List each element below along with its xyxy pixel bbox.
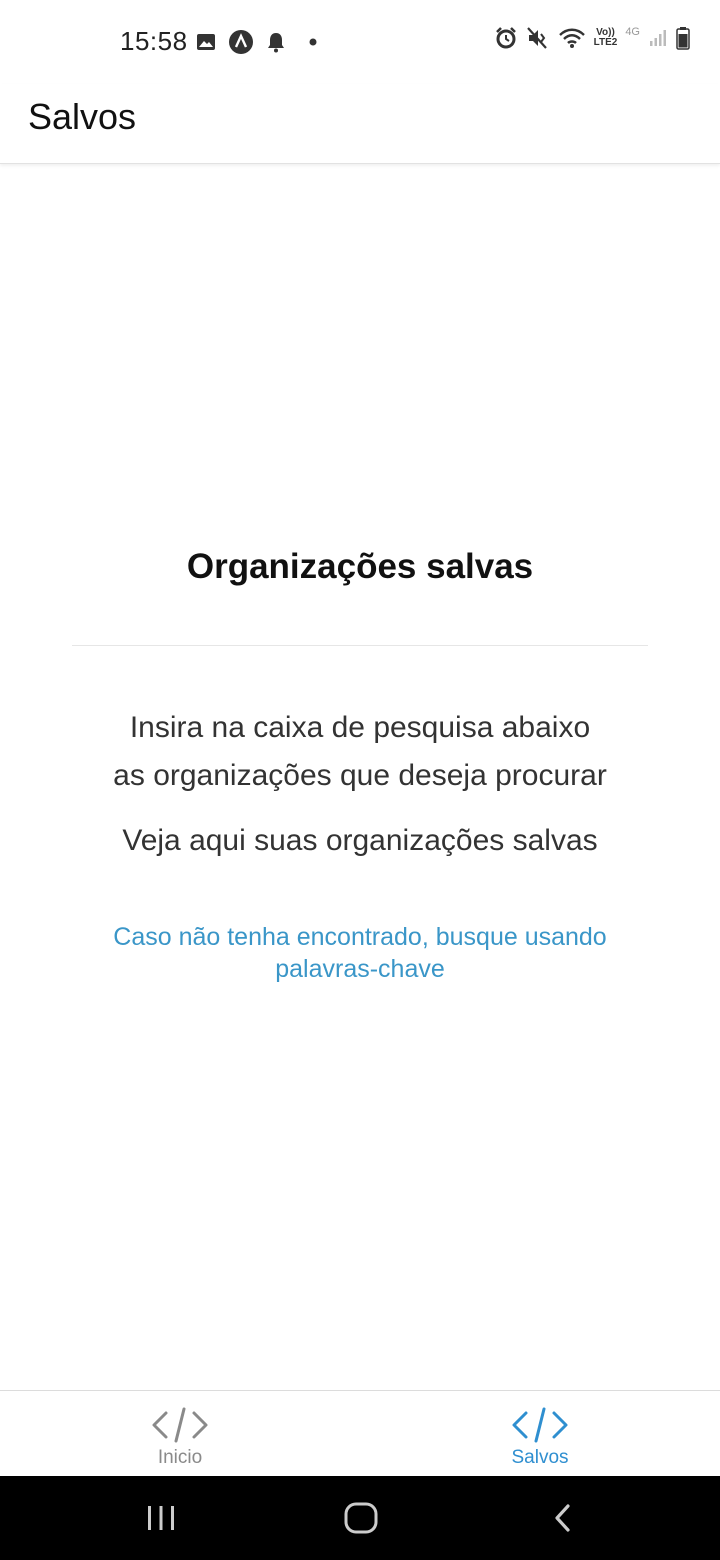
image-icon bbox=[197, 34, 215, 50]
code-icon bbox=[152, 1407, 208, 1443]
instruction-text: Insira na caixa de pesquisa abaixo as or… bbox=[40, 704, 680, 800]
tab-salvos[interactable]: Salvos bbox=[360, 1391, 720, 1476]
tab-salvos-label: Salvos bbox=[511, 1447, 569, 1468]
instruction-line-1: Insira na caixa de pesquisa abaixo bbox=[129, 711, 591, 744]
status-bar: 15:58 Vo)) LTE2 4G bbox=[0, 0, 720, 84]
app-icon bbox=[229, 30, 253, 54]
saved-organizations-title: Organizações salvas bbox=[186, 547, 534, 586]
volte-icon: Vo)) LTE2 bbox=[594, 28, 618, 48]
bottom-tab-bar: Inicio Salvos bbox=[0, 1390, 720, 1476]
system-nav-bar bbox=[0, 1476, 720, 1560]
instruction-line-2: as organizações que deseja procurar bbox=[113, 759, 607, 792]
signal-icon bbox=[650, 30, 666, 46]
volte-bottom-label: LTE2 bbox=[593, 37, 618, 48]
divider bbox=[72, 645, 648, 646]
bell-icon bbox=[268, 33, 284, 53]
mute-icon bbox=[526, 27, 547, 49]
main-content: Organizações salvas Insira na caixa de p… bbox=[0, 164, 720, 1390]
alarm-icon bbox=[495, 27, 516, 49]
status-time: 15:58 bbox=[120, 26, 188, 56]
dot-icon bbox=[309, 38, 317, 46]
tab-inicio[interactable]: Inicio bbox=[0, 1391, 360, 1476]
wifi-icon bbox=[558, 28, 585, 48]
app-bar: Salvos bbox=[0, 84, 720, 164]
status-left-icons bbox=[196, 29, 320, 55]
recents-icon[interactable] bbox=[144, 1500, 178, 1536]
code-icon bbox=[512, 1407, 568, 1443]
home-icon[interactable] bbox=[342, 1500, 380, 1536]
status-right-icons: Vo)) LTE2 4G bbox=[494, 26, 690, 50]
back-icon[interactable] bbox=[550, 1500, 576, 1536]
network-type: 4G bbox=[625, 26, 640, 38]
keyword-search-hint-link[interactable]: Caso não tenha encontrado, busque usando… bbox=[60, 921, 660, 985]
battery-icon bbox=[676, 27, 690, 50]
saved-organizations-subtext: Veja aqui suas organizações salvas bbox=[122, 824, 598, 857]
tab-inicio-label: Inicio bbox=[157, 1447, 203, 1468]
page-title: Salvos bbox=[28, 96, 137, 137]
hint-line-1: Caso não tenha encontrado, busque usando bbox=[113, 923, 607, 951]
hint-line-2: palavras-chave bbox=[275, 955, 445, 983]
